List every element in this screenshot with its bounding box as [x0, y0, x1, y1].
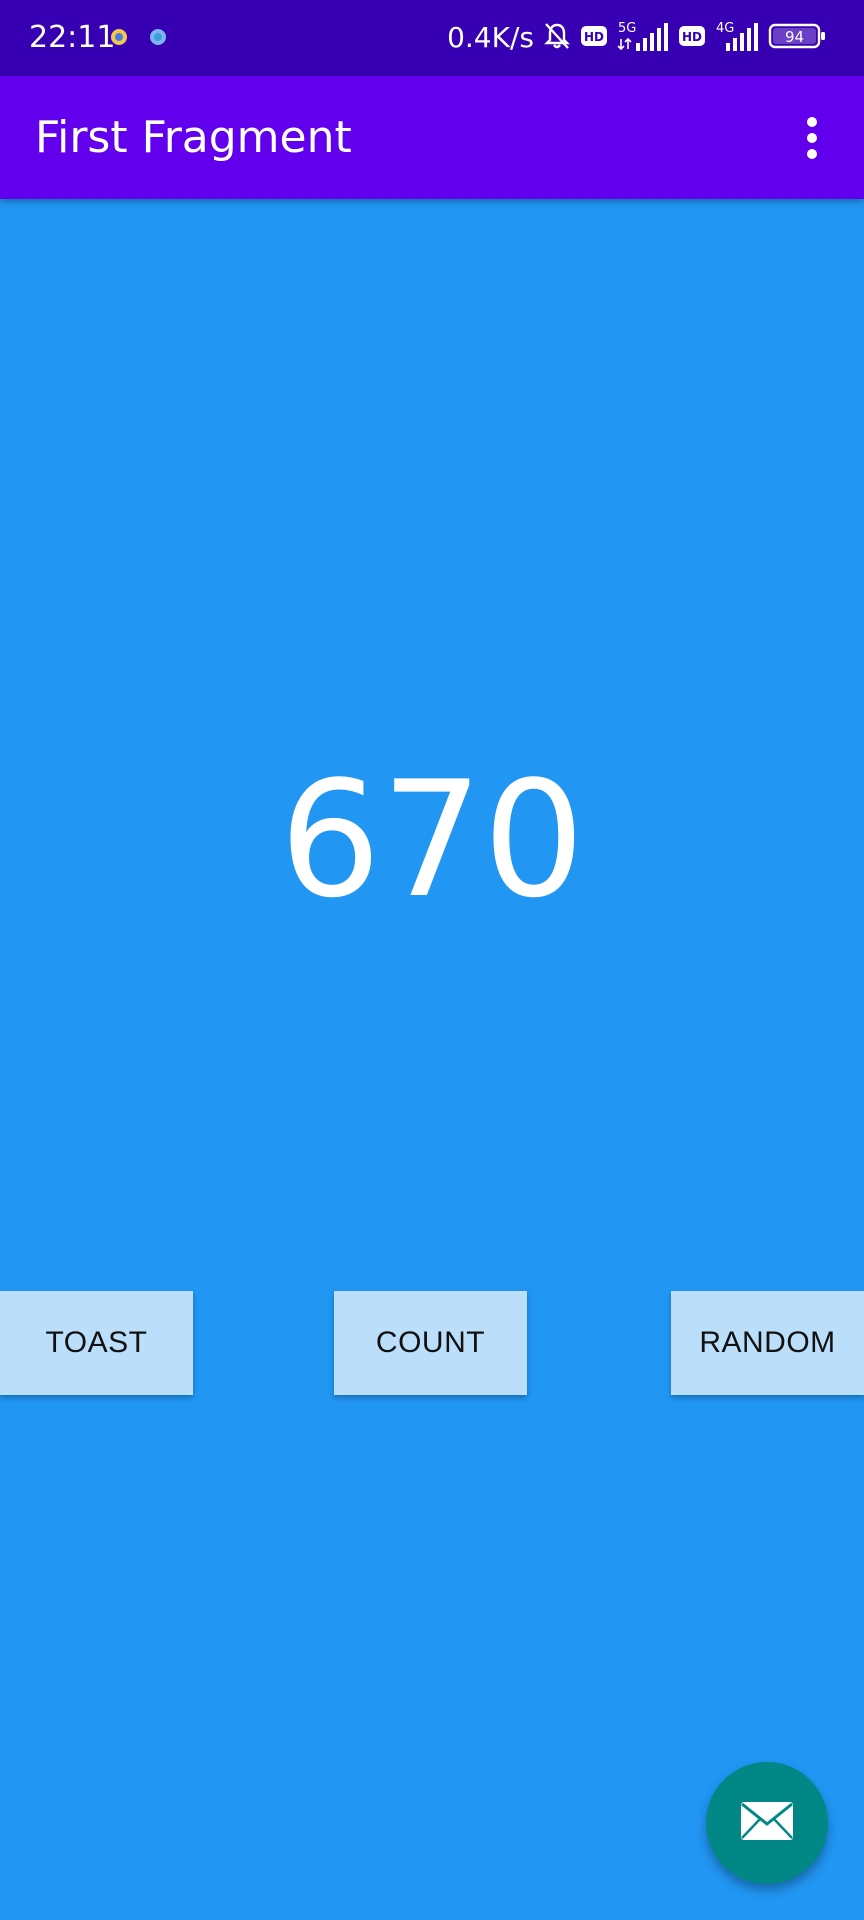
battery-level: 94 — [785, 28, 804, 46]
battery-icon: 94 — [768, 22, 826, 54]
status-right-group: 0.4K/s HD 5G HD 4G 94 — [447, 18, 826, 58]
status-time: 22:11 — [29, 20, 116, 55]
email-fab-button[interactable] — [706, 1762, 828, 1884]
app-notification-icon — [147, 26, 169, 48]
app-bar: First Fragment — [0, 76, 864, 199]
hd-label: HD — [584, 30, 604, 44]
page-title: First Fragment — [35, 112, 352, 163]
signal-4g-icon: 4G — [714, 19, 760, 57]
hd-icon: HD — [580, 25, 608, 51]
count-value: 670 — [279, 746, 585, 933]
hd-label: HD — [682, 30, 702, 44]
network-speed: 0.4K/s — [447, 21, 534, 54]
hd-icon: HD — [678, 25, 706, 51]
email-icon — [739, 1800, 795, 1846]
mute-bell-icon — [542, 21, 572, 55]
signal-5g-icon: 5G — [616, 19, 670, 57]
network-type-4g: 4G — [716, 21, 734, 36]
random-button[interactable]: RANDOM — [671, 1291, 864, 1395]
network-type-5g: 5G — [618, 21, 636, 36]
toast-button[interactable]: TOAST — [0, 1291, 193, 1395]
count-button[interactable]: COUNT — [334, 1291, 527, 1395]
app-notification-icon — [108, 26, 130, 48]
status-bar: 22:11 0.4K/s HD 5G HD 4G 94 — [0, 0, 864, 76]
screen: 22:11 0.4K/s HD 5G HD 4G 94 First Fragme… — [0, 0, 864, 1920]
overflow-menu-icon[interactable] — [780, 106, 844, 170]
